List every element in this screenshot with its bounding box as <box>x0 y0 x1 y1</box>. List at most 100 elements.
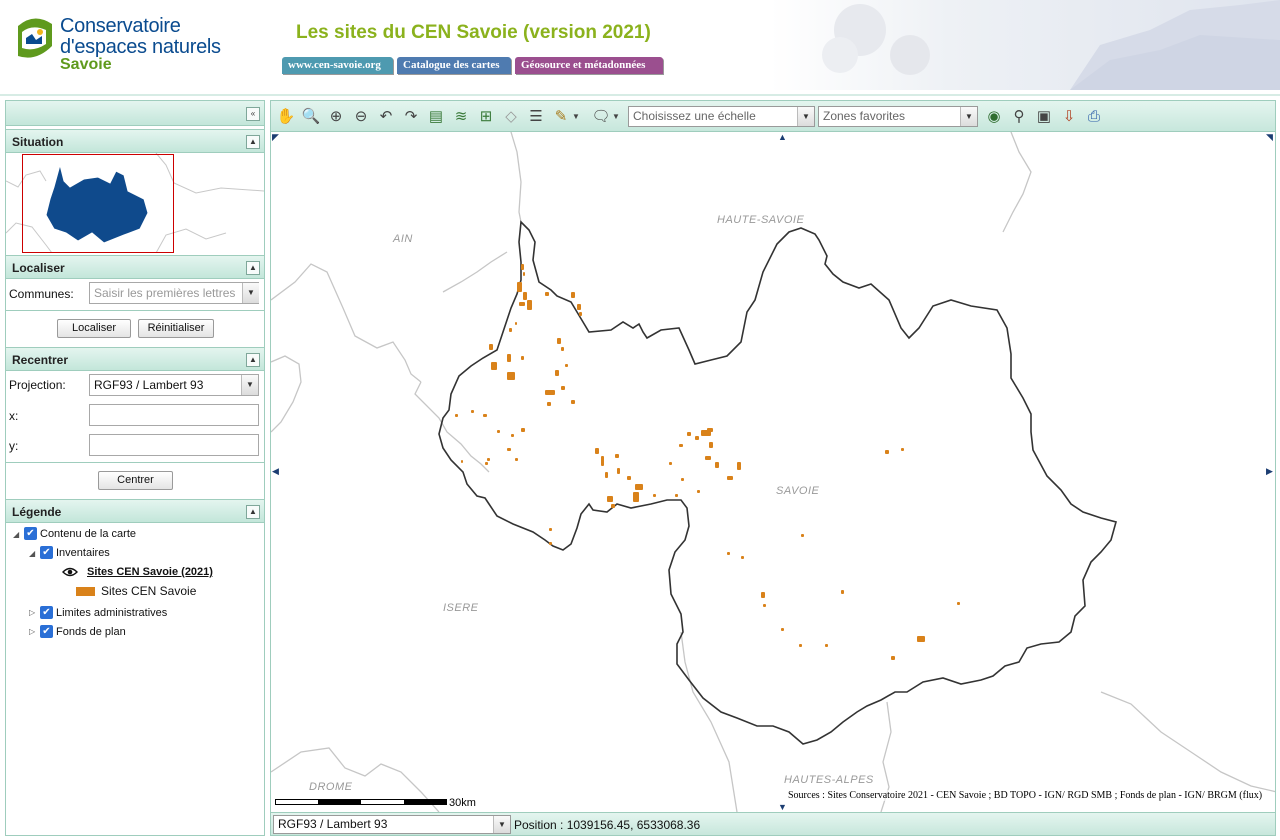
cen-site-patch[interactable] <box>781 628 784 631</box>
collapse-triangle-icon[interactable]: ▲ <box>246 353 260 367</box>
cen-site-patch[interactable] <box>709 442 713 448</box>
cen-site-patch[interactable] <box>507 448 511 451</box>
cen-site-patch[interactable] <box>515 458 518 461</box>
checkbox-checked-icon[interactable]: ✔ <box>40 625 53 638</box>
cen-site-patch[interactable] <box>675 494 678 497</box>
cen-site-patch[interactable] <box>577 304 581 310</box>
cen-site-patch[interactable] <box>565 364 568 367</box>
cen-site-patch[interactable] <box>601 456 604 466</box>
cen-site-patch[interactable] <box>727 476 733 480</box>
comment-dropdown-chevron-icon[interactable]: ▼ <box>611 107 621 127</box>
cen-site-patch[interactable] <box>545 292 549 296</box>
cen-site-patch[interactable] <box>697 490 700 493</box>
checkbox-checked-icon[interactable]: ✔ <box>24 527 37 540</box>
cen-site-patch[interactable] <box>487 458 490 461</box>
zoom-in-icon[interactable]: ⊕ <box>326 107 346 127</box>
cen-site-patch[interactable] <box>521 356 524 360</box>
cen-site-patch[interactable] <box>571 400 575 404</box>
collapsed-triangle-icon[interactable]: ▷ <box>29 627 35 636</box>
cen-site-patch[interactable] <box>561 347 564 351</box>
print-icon[interactable]: ⎙ <box>1084 107 1104 127</box>
favorite-zones-select[interactable]: Zones favorites ▼ <box>818 106 978 127</box>
chevron-down-icon[interactable]: ▼ <box>797 107 814 126</box>
map-view[interactable]: AIN HAUTE-SAVOIE SAVOIE ISERE DROME HAUT… <box>270 132 1276 812</box>
cen-site-patch[interactable] <box>545 390 555 395</box>
cen-site-patch[interactable] <box>455 414 458 417</box>
cen-site-patch[interactable] <box>615 454 619 458</box>
cen-site-patch[interactable] <box>715 462 719 468</box>
cen-site-patch[interactable] <box>547 402 551 406</box>
display-projection-select[interactable]: RGF93 / Lambert 93 ▼ <box>273 815 511 834</box>
map-canvas[interactable] <box>271 132 1276 812</box>
cen-site-patch[interactable] <box>491 362 497 370</box>
download-icon[interactable]: ⇩ <box>1059 107 1079 127</box>
cen-site-patch[interactable] <box>519 302 525 306</box>
globe-icon[interactable]: ◉ <box>984 107 1004 127</box>
collapsed-triangle-icon[interactable]: ▷ <box>29 608 35 617</box>
cen-site-patch[interactable] <box>681 478 684 481</box>
cen-site-patch[interactable] <box>633 492 639 502</box>
cen-site-patch[interactable] <box>695 436 699 440</box>
cen-site-patch[interactable] <box>485 462 488 465</box>
cen-site-patch[interactable] <box>521 428 525 432</box>
cen-site-patch[interactable] <box>741 556 744 559</box>
add-layer-icon[interactable]: ▤ <box>426 107 446 127</box>
next-view-icon[interactable]: ↷ <box>401 107 421 127</box>
localiser-panel-header[interactable]: Localiser ▲ <box>6 255 264 279</box>
zoom-out-icon[interactable]: ⊖ <box>351 107 371 127</box>
legend-inventaires-label[interactable]: Inventaires <box>56 545 110 561</box>
cen-site-patch[interactable] <box>763 604 766 607</box>
comment-icon[interactable]: 🗨 <box>591 107 611 127</box>
cen-site-patch[interactable] <box>461 460 463 463</box>
cen-site-patch[interactable] <box>957 602 960 605</box>
chevron-down-icon[interactable]: ▼ <box>242 283 259 303</box>
cen-site-patch[interactable] <box>885 450 889 454</box>
collapse-triangle-icon[interactable]: ▲ <box>246 261 260 275</box>
double-chevron-left-icon[interactable]: « <box>246 107 260 121</box>
expanded-triangle-icon[interactable]: ◢ <box>13 530 19 539</box>
cen-site-patch[interactable] <box>687 432 691 436</box>
cen-site-patch[interactable] <box>579 312 582 316</box>
cen-site-patch[interactable] <box>701 430 711 436</box>
cen-site-patch[interactable] <box>669 462 672 465</box>
cen-site-patch[interactable] <box>617 468 620 474</box>
cen-savoie-logo[interactable]: Conservatoire d'espaces naturels Savoie <box>12 14 272 84</box>
cen-site-patch[interactable] <box>639 484 642 487</box>
cen-site-patch[interactable] <box>517 282 522 292</box>
cen-site-patch[interactable] <box>497 430 500 433</box>
map-catalogue-link[interactable]: Catalogue des cartes <box>397 57 511 74</box>
measure-icon[interactable]: ✎ <box>551 107 571 127</box>
recentrer-panel-header[interactable]: Recentrer ▲ <box>6 347 264 371</box>
layers-icon[interactable]: ≋ <box>451 107 471 127</box>
situation-panel-header[interactable]: Situation ▲ <box>6 129 264 153</box>
pan-west-arrow-icon[interactable]: ◀ <box>272 466 279 477</box>
legend-layer-sites-cen[interactable]: Sites CEN Savoie (2021) <box>87 564 213 580</box>
cen-site-patch[interactable] <box>507 354 511 362</box>
eye-icon[interactable] <box>62 567 78 577</box>
legend-limites-label[interactable]: Limites administratives <box>56 605 167 621</box>
pan-hand-icon[interactable]: ✋ <box>276 107 296 127</box>
cen-site-patch[interactable] <box>557 338 561 344</box>
cen-site-patch[interactable] <box>917 636 925 642</box>
zoom-extent-icon[interactable]: 🔍 <box>301 107 321 127</box>
pan-northeast-arrow-icon[interactable]: ◥ <box>1266 132 1273 143</box>
x-coordinate-input[interactable] <box>89 404 259 426</box>
binoculars-icon[interactable]: ⚲ <box>1009 107 1029 127</box>
cen-site-patch[interactable] <box>521 264 524 270</box>
pan-east-arrow-icon[interactable]: ▶ <box>1266 466 1273 477</box>
cen-site-patch[interactable] <box>549 542 552 545</box>
projection-select[interactable]: RGF93 / Lambert 93 ▼ <box>89 374 259 396</box>
cen-site-patch[interactable] <box>471 410 474 413</box>
chevron-down-icon[interactable]: ▼ <box>493 816 510 833</box>
y-coordinate-input[interactable] <box>89 434 259 456</box>
cen-site-patch[interactable] <box>555 370 559 376</box>
cen-site-patch[interactable] <box>511 434 514 437</box>
chevron-down-icon[interactable]: ▼ <box>960 107 977 126</box>
list-icon[interactable]: ☰ <box>526 107 546 127</box>
cen-site-patch[interactable] <box>901 448 904 451</box>
cen-site-patch[interactable] <box>737 462 741 470</box>
cen-site-patch[interactable] <box>825 644 828 647</box>
cen-site-patch[interactable] <box>515 322 517 325</box>
cen-site-patch[interactable] <box>523 292 527 300</box>
pan-northwest-arrow-icon[interactable]: ◤ <box>272 132 279 143</box>
